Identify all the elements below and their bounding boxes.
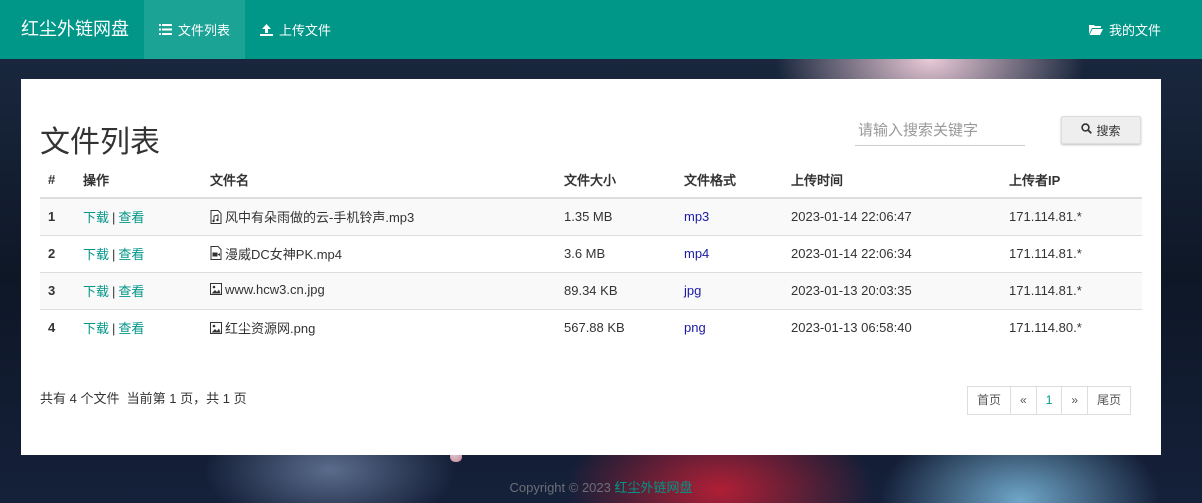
table-row: 3 下载 | 查看 www.hcw3.cn.jpg 89.34 KB jpg 202… <box>40 271 1142 309</box>
col-header-index: # <box>40 161 75 199</box>
row-upload-time: 2023-01-13 20:03:35 <box>783 271 1001 309</box>
table-row: 1 下载 | 查看 风中有朵雨做的云-手机铃声.mp3 1.35 MB mp3 20… <box>40 197 1142 235</box>
row-format: png <box>676 308 783 346</box>
pagination: 首页 « 1 » 尾页 <box>967 386 1132 415</box>
copyright-text: Copyright © 2023 <box>509 480 615 495</box>
view-link[interactable]: 查看 <box>118 284 144 299</box>
row-upload-time: 2023-01-13 06:58:40 <box>783 308 1001 346</box>
row-filesize: 1.35 MB <box>556 197 676 235</box>
nav-file-list[interactable]: 文件列表 <box>144 0 246 59</box>
row-actions: 下载 | 查看 <box>75 234 202 272</box>
download-link[interactable]: 下载 <box>83 210 109 225</box>
row-uploader-ip: 171.114.81.* <box>1001 234 1142 272</box>
row-uploader-ip: 171.114.81.* <box>1001 271 1142 309</box>
row-actions: 下载 | 查看 <box>75 271 202 309</box>
row-actions: 下载 | 查看 <box>75 197 202 235</box>
nav-my-files[interactable]: 我的文件 <box>1074 0 1202 59</box>
audio-file-icon <box>210 209 222 224</box>
last-page-button[interactable]: 尾页 <box>1087 386 1132 415</box>
view-link[interactable]: 查看 <box>118 210 144 225</box>
footer-brand-link[interactable]: 红尘外链网盘 <box>614 480 692 495</box>
row-filesize: 567.88 KB <box>556 308 676 346</box>
filename-text[interactable]: 漫威DC女神PK.mp4 <box>225 244 342 263</box>
row-filename: 漫威DC女神PK.mp4 <box>202 234 556 272</box>
row-format: mp3 <box>676 197 783 235</box>
row-filesize: 89.34 KB <box>556 271 676 309</box>
row-filesize: 3.6 MB <box>556 234 676 272</box>
col-header-uploader-ip: 上传者IP <box>1001 161 1142 199</box>
top-navbar: 红尘外链网盘 文件列表 上传文件 我的文件 <box>0 0 1202 59</box>
table-row: 4 下载 | 查看 红尘资源网.png 567.88 KB png 2023-01-… <box>40 308 1142 346</box>
row-index: 4 <box>40 308 75 346</box>
file-count-summary: 共有 4 个文件 当前第 1 页，共 1 页 <box>40 391 247 406</box>
prev-page-button[interactable]: « <box>1010 386 1037 415</box>
action-separator: | <box>112 284 116 299</box>
filename-text[interactable]: www.hcw3.cn.jpg <box>225 282 325 297</box>
main-panel: 文件列表 搜索 # 操作 文件名 文件大小 文件格式 上传时间 上传者IP 1 … <box>21 79 1161 455</box>
video-file-icon <box>210 246 222 261</box>
nav-upload-file-label: 上传文件 <box>279 23 332 38</box>
col-header-upload-time: 上传时间 <box>783 161 1001 199</box>
row-index: 1 <box>40 197 75 235</box>
nav-file-list-label: 文件列表 <box>178 23 231 38</box>
search-button-label: 搜索 <box>1096 123 1121 138</box>
download-link[interactable]: 下载 <box>83 321 109 336</box>
row-upload-time: 2023-01-14 22:06:47 <box>783 197 1001 235</box>
download-link[interactable]: 下载 <box>83 247 109 262</box>
row-index: 2 <box>40 234 75 272</box>
search-icon <box>1081 123 1093 137</box>
search-button[interactable]: 搜索 <box>1061 116 1141 144</box>
row-format: mp4 <box>676 234 783 272</box>
filename-text[interactable]: 风中有朵雨做的云-手机铃声.mp3 <box>225 207 414 226</box>
table-row: 2 下载 | 查看 漫威DC女神PK.mp4 3.6 MB mp4 2023-01-… <box>40 234 1142 272</box>
search-input[interactable] <box>855 115 1025 146</box>
action-separator: | <box>112 321 116 337</box>
filename-text[interactable]: 红尘资源网.png <box>225 318 315 337</box>
row-uploader-ip: 171.114.80.* <box>1001 308 1142 346</box>
page-title: 文件列表 <box>40 126 160 159</box>
list-icon <box>159 24 172 35</box>
row-upload-time: 2023-01-14 22:06:34 <box>783 234 1001 272</box>
first-page-button[interactable]: 首页 <box>967 386 1012 415</box>
col-header-filename: 文件名 <box>202 161 556 199</box>
next-page-button[interactable]: » <box>1061 386 1089 415</box>
table-header-row: # 操作 文件名 文件大小 文件格式 上传时间 上传者IP <box>40 161 1142 199</box>
col-header-actions: 操作 <box>75 161 202 199</box>
row-filename: 红尘资源网.png <box>202 308 556 346</box>
copyright-footer: Copyright © 2023 红尘外链网盘 <box>0 477 1202 496</box>
folder-open-icon <box>1088 24 1103 35</box>
upload-icon <box>260 23 274 36</box>
col-header-format: 文件格式 <box>676 161 783 199</box>
action-separator: | <box>112 210 116 226</box>
current-page-button[interactable]: 1 <box>1035 386 1063 415</box>
file-table: # 操作 文件名 文件大小 文件格式 上传时间 上传者IP 1 下载|查看 <box>40 161 1142 346</box>
image-file-icon <box>210 321 222 335</box>
nav-upload-file[interactable]: 上传文件 <box>245 0 346 59</box>
row-uploader-ip: 171.114.81.* <box>1001 197 1142 235</box>
view-link[interactable]: 查看 <box>118 247 144 262</box>
row-index: 3 <box>40 271 75 309</box>
row-filename: www.hcw3.cn.jpg <box>202 271 556 309</box>
download-link[interactable]: 下载 <box>83 284 109 299</box>
row-filename: 风中有朵雨做的云-手机铃声.mp3 <box>202 197 556 235</box>
row-format: jpg <box>676 271 783 309</box>
brand-logo-text[interactable]: 红尘外链网盘 <box>0 0 144 59</box>
image-file-icon <box>210 282 222 296</box>
action-separator: | <box>112 247 116 262</box>
col-header-filesize: 文件大小 <box>556 161 676 199</box>
row-actions: 下载 | 查看 <box>75 308 202 346</box>
view-link[interactable]: 查看 <box>118 321 144 336</box>
nav-my-files-label: 我的文件 <box>1108 23 1161 38</box>
